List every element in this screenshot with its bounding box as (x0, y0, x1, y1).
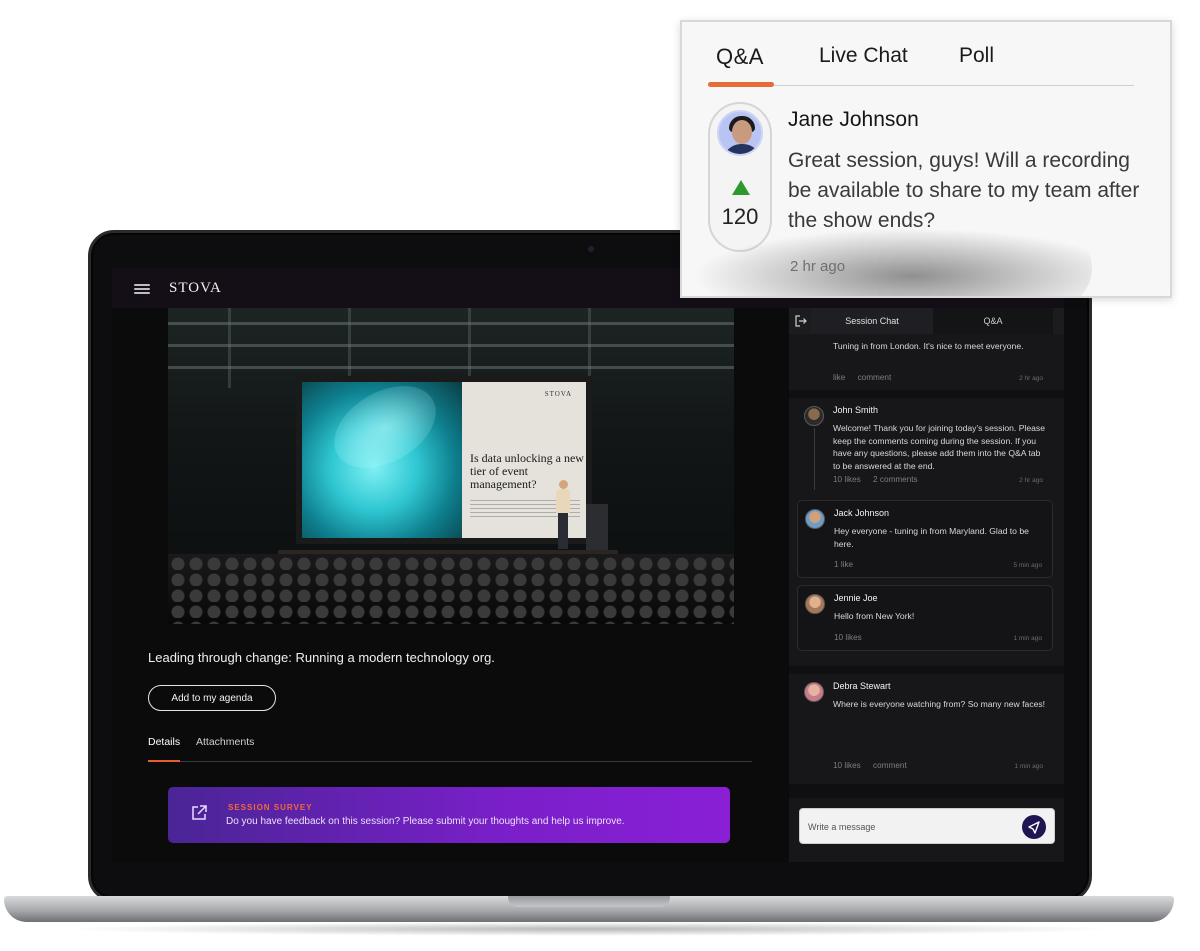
vote-count: 120 (721, 204, 759, 229)
add-to-agenda-button[interactable]: Add to my agenda (148, 685, 276, 711)
message-author: John Smith (833, 405, 879, 415)
tab-qa[interactable]: Q&A (716, 44, 764, 70)
session-survey-banner[interactable]: SESSION SURVEY Do you have feedback on t… (168, 787, 730, 843)
tab-details[interactable]: Details (148, 736, 180, 748)
presentation-logo: STOVA (544, 390, 572, 398)
chat-panel: Session Chat Q&A Tuning in from London. … (789, 308, 1064, 862)
chat-message: John Smith Welcome! Thank you for joinin… (797, 398, 1053, 492)
tab-live-chat[interactable]: Live Chat (819, 44, 908, 68)
likes-count[interactable]: 10 likes (834, 633, 862, 642)
qa-card: Q&A Live Chat Poll 120 Jane Johnson Grea… (680, 20, 1172, 298)
comment-link[interactable]: comment (873, 761, 907, 770)
message-actions: 10 likes comment (833, 761, 917, 770)
laptop-shadow (60, 922, 1120, 936)
upvote-arrow-icon[interactable] (732, 180, 750, 195)
qa-card-tabs: Q&A Live Chat Poll (708, 22, 1134, 87)
tab-qa[interactable]: Q&A (933, 308, 1053, 334)
chat-message: Tuning in from London. It's nice to meet… (797, 334, 1053, 390)
tab-session-chat[interactable]: Session Chat (811, 308, 933, 334)
question-time: 2 hr ago (790, 258, 846, 275)
message-time: 5 min ago (1013, 562, 1042, 569)
chat-message-reply: Jennie Joe Hello from New York! 10 likes… (797, 585, 1053, 651)
message-body: Tuning in from London. It's nice to meet… (833, 341, 1024, 351)
comment-link[interactable]: comment (858, 373, 892, 382)
tab-attachments[interactable]: Attachments (196, 736, 254, 748)
hamburger-menu-icon[interactable] (134, 284, 150, 294)
speaker-figure (556, 480, 570, 552)
likes-count[interactable]: 1 like (834, 560, 853, 569)
presentation-screen: STOVA Is data unlocking a new tier of ev… (296, 376, 592, 544)
tab-poll[interactable]: Poll (959, 44, 994, 68)
message-body: Hey everyone - tuning in from Maryland. … (834, 526, 1029, 549)
send-icon (1028, 821, 1040, 834)
message-time: 2 hr ago (1019, 477, 1043, 484)
message-input[interactable] (808, 818, 1008, 836)
message-time: 1 min ago (1014, 763, 1043, 770)
send-button[interactable] (1022, 815, 1046, 839)
message-body: Welcome! Thank you for joining today's s… (833, 423, 1045, 471)
avatar (717, 110, 763, 156)
message-time: 2 hr ago (1019, 375, 1043, 382)
chat-message-reply: Jack Johnson Hey everyone - tuning in fr… (797, 500, 1053, 578)
avatar (804, 682, 824, 702)
message-actions: 1 like (834, 560, 863, 569)
like-link[interactable]: like (833, 373, 845, 382)
external-link-icon (192, 805, 207, 820)
question-author: Jane Johnson (788, 108, 919, 131)
likes-count[interactable]: 10 likes (833, 475, 861, 484)
chat-tabs: Session Chat Q&A (789, 308, 1064, 334)
active-tab-indicator (148, 760, 180, 762)
laptop-notch (508, 896, 670, 907)
session-video[interactable]: STOVA Is data unlocking a new tier of ev… (168, 308, 734, 624)
app-screen: STOVA STOVA Is data unlocking a new tier… (112, 268, 1064, 862)
comments-count[interactable]: 2 comments (873, 475, 918, 484)
presentation-headline: Is data unlocking a new tier of event ma… (470, 451, 584, 491)
message-author: Jack Johnson (834, 508, 890, 518)
message-author: Debra Stewart (833, 681, 891, 691)
webcam (588, 246, 594, 252)
avatar (805, 594, 825, 614)
active-tab-indicator (708, 82, 774, 87)
message-body: Hello from New York! (834, 611, 915, 621)
survey-label: SESSION SURVEY (228, 803, 313, 812)
vote-pill: 120 (708, 102, 772, 252)
message-actions: like comment (833, 373, 901, 382)
survey-text: Do you have feedback on this session? Pl… (226, 816, 625, 827)
message-actions: 10 likes 2 comments (833, 475, 928, 484)
exit-icon[interactable] (795, 315, 807, 327)
message-body: Where is everyone watching from? So many… (833, 699, 1046, 709)
message-time: 1 min ago (1013, 635, 1042, 642)
product-showcase: STOVA STOVA Is data unlocking a new tier… (0, 0, 1200, 951)
session-tabs: Details Attachments (148, 734, 752, 762)
stova-logo[interactable]: STOVA (169, 280, 222, 297)
avatar (804, 406, 824, 426)
chat-message: Debra Stewart Where is everyone watching… (797, 674, 1053, 778)
message-author: Jennie Joe (834, 593, 878, 603)
message-composer (799, 808, 1055, 844)
likes-count[interactable]: 10 likes (833, 761, 861, 770)
avatar (805, 509, 825, 529)
podium (586, 504, 608, 550)
message-actions: 10 likes (834, 633, 872, 642)
question-text: Great session, guys! Will a recording be… (788, 149, 1140, 232)
session-title: Leading through change: Running a modern… (148, 650, 495, 665)
audience (168, 554, 734, 624)
